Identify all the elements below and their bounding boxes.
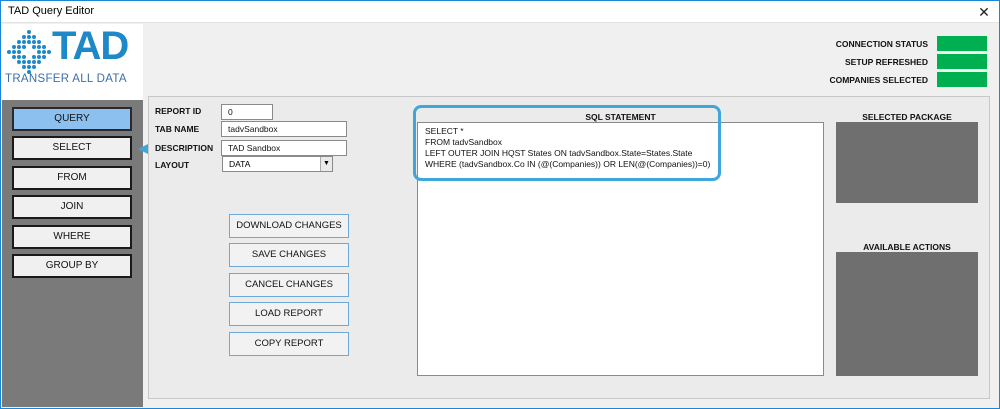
close-icon[interactable]: ✕: [973, 2, 995, 22]
download-changes-button[interactable]: DOWNLOAD CHANGES: [229, 214, 349, 238]
nav-join-button[interactable]: JOIN: [12, 195, 132, 219]
logo-subtitle: TRANSFER ALL DATA: [5, 73, 127, 85]
selected-package-title: SELECTED PACKAGE: [862, 112, 952, 122]
connection-status-indicator: [937, 36, 987, 51]
setup-refreshed-indicator: [937, 54, 987, 69]
sql-highlight-callout: [413, 105, 721, 181]
description-input[interactable]: TAD Sandbox: [221, 140, 347, 156]
load-report-button[interactable]: LOAD REPORT: [229, 302, 349, 326]
nav-query-button[interactable]: QUERY: [12, 107, 132, 131]
setup-refreshed-label: SETUP REFRESHED: [845, 57, 928, 67]
nav-where-button[interactable]: WHERE: [12, 225, 132, 249]
report-id-label: REPORT ID: [155, 106, 202, 116]
description-label: DESCRIPTION: [155, 143, 214, 153]
copy-report-button[interactable]: COPY REPORT: [229, 332, 349, 356]
cancel-changes-button[interactable]: CANCEL CHANGES: [229, 273, 349, 297]
connection-status-label: CONNECTION STATUS: [835, 39, 928, 49]
tab-name-label: TAB NAME: [155, 124, 200, 134]
logo-diamond-icon: [7, 30, 51, 74]
nav-select-button[interactable]: SELECT: [12, 136, 132, 160]
nav-from-button[interactable]: FROM: [12, 166, 132, 190]
companies-selected-indicator: [937, 72, 987, 87]
layout-select-value: DATA: [229, 159, 251, 169]
chevron-down-icon[interactable]: ▼: [320, 157, 332, 171]
available-actions-panel[interactable]: [836, 252, 978, 376]
available-actions-title: AVAILABLE ACTIONS: [863, 242, 951, 252]
companies-selected-label: COMPANIES SELECTED: [829, 75, 928, 85]
layout-select[interactable]: DATA ▼: [222, 156, 333, 172]
tab-name-input[interactable]: tadvSandbox: [221, 121, 347, 137]
left-nav-panel: TAD TRANSFER ALL DATA QUERY SELECT FROM …: [2, 24, 143, 407]
report-id-input[interactable]: 0: [221, 104, 273, 120]
window-title: TAD Query Editor: [8, 5, 94, 17]
title-bar: TAD Query Editor ✕: [1, 1, 999, 23]
selected-package-panel[interactable]: [836, 122, 978, 203]
nav-group-by-button[interactable]: GROUP BY: [12, 254, 132, 278]
save-changes-button[interactable]: SAVE CHANGES: [229, 243, 349, 267]
layout-label: LAYOUT: [155, 160, 190, 170]
tad-logo: TAD TRANSFER ALL DATA: [2, 24, 143, 100]
logo-text: TAD: [52, 24, 129, 68]
